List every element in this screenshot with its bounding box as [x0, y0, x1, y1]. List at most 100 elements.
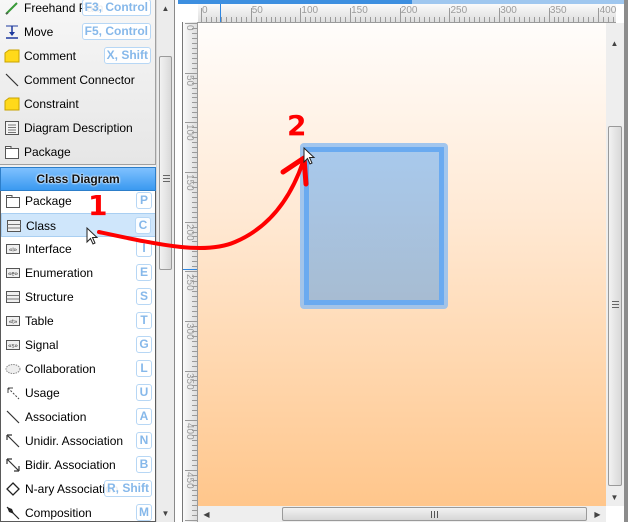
horizontal-ruler-label: 300	[500, 5, 517, 16]
ruler-tick	[185, 469, 197, 471]
class-shape-placeholder[interactable]	[300, 143, 448, 309]
toolbox-scroll-thumb[interactable]	[159, 56, 172, 270]
ruler-tick	[444, 17, 446, 22]
scroll-left-arrow-icon[interactable]: ◀	[198, 506, 215, 522]
ruler-tick	[192, 102, 197, 104]
tool-item-interface[interactable]: «i» Interface I	[1, 237, 155, 261]
ruler-tick	[235, 17, 237, 22]
shortcut-badge: U	[136, 384, 152, 401]
tool-item-composition[interactable]: Composition M	[1, 501, 155, 521]
tool-item-label: Package	[25, 194, 72, 208]
tool-item-signal[interactable]: «s» Signal G	[1, 333, 155, 357]
interface-icon: «i»	[5, 241, 21, 257]
horizontal-scroll-thumb[interactable]	[282, 507, 587, 521]
tool-item-freehand-path[interactable]: Freehand Path F3, Control	[0, 0, 155, 20]
shortcut-badge: F5, Control	[81, 23, 151, 40]
ruler-tick	[192, 201, 197, 203]
ruler-tick	[192, 365, 197, 367]
ruler-tick	[185, 221, 197, 223]
tool-item-package[interactable]: Package P	[1, 191, 155, 213]
ruler-tick	[325, 17, 327, 22]
ruler-tick	[260, 17, 262, 22]
ruler-tick	[379, 17, 381, 22]
ruler-tick	[192, 92, 197, 94]
tool-item-class[interactable]: Class C	[1, 213, 155, 237]
tool-item-comment[interactable]: Comment X, Shift	[0, 44, 155, 68]
ruler-tick	[533, 17, 535, 22]
vertical-scroll-thumb[interactable]	[608, 126, 622, 486]
tool-item-move[interactable]: Move F5, Control	[0, 20, 155, 44]
tool-item-unidir-association[interactable]: Unidir. Association N	[1, 429, 155, 453]
vertical-ruler-label: 450	[184, 472, 195, 489]
tool-item-enumeration[interactable]: «e» Enumeration E	[1, 261, 155, 285]
vertical-scrollbar[interactable]: ▲ ▼	[606, 23, 624, 506]
ruler-tick	[578, 17, 580, 22]
tool-item-constraint[interactable]: Constraint	[0, 92, 155, 116]
ruler-tick	[518, 17, 520, 22]
ruler-tick	[310, 17, 312, 22]
ruler-tick	[454, 17, 456, 22]
toolbox-scrollbar[interactable]: ▲ ▼	[156, 0, 175, 522]
ruler-tick	[185, 320, 197, 322]
ruler-tick	[192, 340, 197, 342]
diagram-canvas[interactable]	[198, 23, 606, 506]
tool-item-collaboration[interactable]: Collaboration L	[1, 357, 155, 381]
ruler-tick	[553, 17, 555, 22]
ruler-tick	[245, 17, 247, 22]
ruler-tick	[192, 191, 197, 193]
ruler-tick	[192, 350, 197, 352]
shortcut-badge: T	[136, 312, 152, 329]
ruler-tick	[290, 17, 292, 22]
ruler-tick	[484, 17, 485, 22]
ruler-tick	[192, 345, 197, 347]
move-icon	[4, 24, 20, 40]
ruler-tick	[192, 395, 197, 397]
horizontal-scrollbar[interactable]: ◀ ▶	[198, 506, 606, 522]
ruler-tick	[192, 67, 197, 69]
ruler-tick	[192, 504, 197, 506]
horizontal-ruler-label: 100	[301, 5, 319, 16]
ruler-tick	[335, 17, 337, 22]
ruler-tick	[192, 459, 197, 461]
grip-icon	[163, 175, 170, 182]
ruler-tick	[192, 449, 197, 451]
ruler-tick	[192, 464, 197, 466]
ruler-tick	[185, 271, 197, 273]
tool-item-comment-connector[interactable]: Comment Connector	[0, 68, 155, 92]
tool-item-bidir-association[interactable]: Bidir. Association B	[1, 453, 155, 477]
shortcut-badge: R, Shift	[104, 480, 152, 497]
scroll-right-arrow-icon[interactable]: ▶	[589, 506, 606, 522]
ruler-tick	[192, 162, 197, 164]
window-edge	[624, 0, 628, 522]
ruler-tick	[215, 17, 217, 22]
vertical-ruler-label: 350	[184, 372, 195, 390]
shortcut-badge: G	[136, 336, 152, 353]
ruler-tick	[192, 206, 197, 208]
shortcut-badge: I	[136, 240, 152, 257]
ruler-tick	[192, 37, 197, 39]
scroll-down-arrow-icon[interactable]: ▼	[157, 505, 174, 522]
tool-item-structure[interactable]: Structure S	[1, 285, 155, 309]
ruler-tick	[394, 17, 396, 22]
tool-item-package[interactable]: Package	[0, 140, 155, 164]
ruler-tick	[409, 17, 411, 22]
tool-item-n-ary-association[interactable]: N-ary Association R, Shift	[1, 477, 155, 501]
tool-item-label: Unidir. Association	[25, 434, 124, 448]
tool-item-usage[interactable]: Usage U	[1, 381, 155, 405]
ruler-tick	[192, 310, 197, 312]
scroll-up-arrow-icon[interactable]: ▲	[157, 0, 174, 17]
ruler-tick	[330, 17, 332, 22]
class-diagram-section-header[interactable]: Class Diagram	[0, 167, 156, 191]
ruler-tick	[344, 17, 346, 22]
ruler-tick	[404, 17, 406, 22]
structure-icon	[5, 289, 21, 305]
ruler-tick	[265, 17, 267, 22]
scroll-up-arrow-icon[interactable]: ▲	[606, 35, 623, 52]
tool-item-association[interactable]: Association A	[1, 405, 155, 429]
vertical-ruler-label: 150	[184, 174, 195, 191]
ruler-tick	[192, 47, 197, 49]
scroll-down-arrow-icon[interactable]: ▼	[606, 489, 623, 506]
tool-item-table[interactable]: «t» Table T	[1, 309, 155, 333]
ruler-tick	[192, 87, 197, 89]
tool-item-diagram-description[interactable]: Diagram Description	[0, 116, 155, 140]
